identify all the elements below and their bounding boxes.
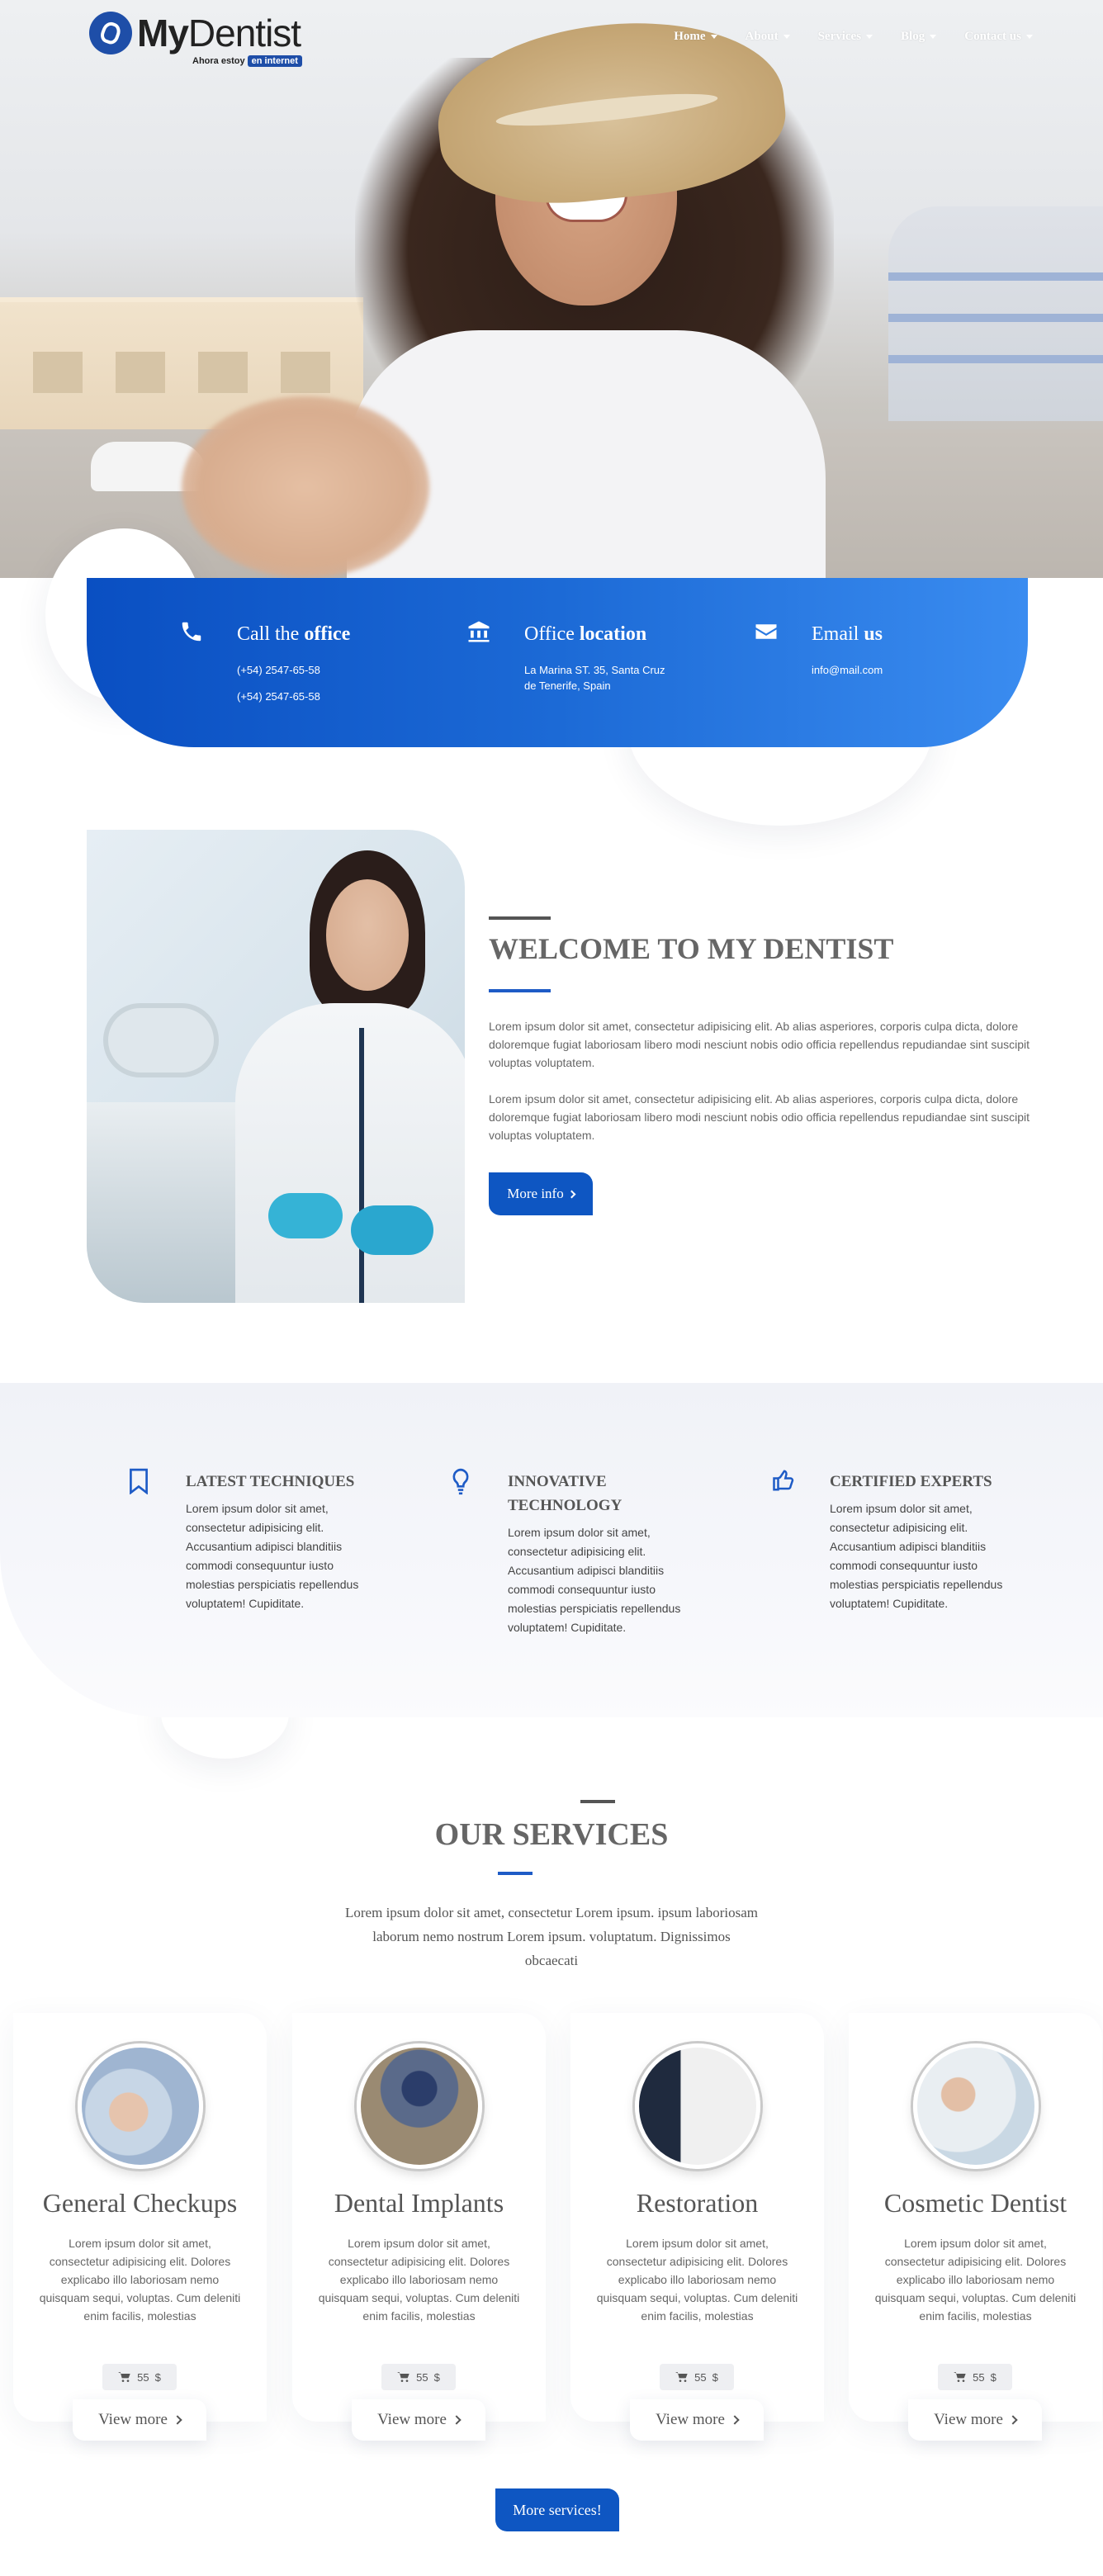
welcome-paragraph-1: Lorem ipsum dolor sit amet, consectetur … xyxy=(489,1020,1030,1069)
service-card-dental-implants: Dental Implants Lorem ipsum dolor sit am… xyxy=(292,2013,546,2441)
service-card-general-checkups: General Checkups Lorem ipsum dolor sit a… xyxy=(13,2013,267,2441)
caret-down-icon xyxy=(783,35,790,39)
feature-title: LATEST TECHNIQUES xyxy=(186,1473,355,1490)
chevron-right-icon xyxy=(567,1190,576,1198)
caret-down-icon xyxy=(710,35,717,39)
view-more-button[interactable]: View more xyxy=(630,2399,764,2441)
cart-icon xyxy=(954,2372,966,2382)
hero-photo-building-right xyxy=(888,206,1103,421)
envelope-icon xyxy=(754,619,782,647)
services-title: OUR SERVICES xyxy=(434,1817,669,1852)
caret-down-icon xyxy=(1026,35,1033,39)
service-description: Lorem ipsum dolor sit amet, consectetur … xyxy=(318,2237,520,2323)
cart-icon xyxy=(675,2372,688,2382)
lightbulb-icon xyxy=(450,1468,476,1498)
features-section: LATEST TECHNIQUES Lorem ipsum dolor sit … xyxy=(0,1383,1103,1717)
chevron-right-icon xyxy=(730,2415,740,2425)
service-price: 55 $ xyxy=(102,2364,177,2390)
nav-item-about[interactable]: About xyxy=(746,30,790,44)
feature-text: Lorem ipsum dolor sit amet, consectetur … xyxy=(508,1526,681,1634)
contact-call-title: Call the office xyxy=(237,623,351,645)
contact-address-2: de Tenerife, Spain xyxy=(524,680,611,692)
phone-icon xyxy=(179,619,207,647)
nav-item-home[interactable]: Home xyxy=(674,30,717,44)
caret-down-icon xyxy=(930,35,937,39)
chevron-right-icon xyxy=(173,2415,182,2425)
nav-item-contact[interactable]: Contact us xyxy=(964,30,1033,44)
divider-line xyxy=(580,1800,615,1803)
bank-icon xyxy=(466,619,495,647)
service-description: Lorem ipsum dolor sit amet, consectetur … xyxy=(874,2237,1077,2323)
welcome-paragraph-2: Lorem ipsum dolor sit amet, consectetur … xyxy=(489,1092,1030,1142)
feature-text: Lorem ipsum dolor sit amet, consectetur … xyxy=(830,1502,1003,1610)
cart-icon xyxy=(397,2372,409,2382)
dentist-photo xyxy=(87,830,465,1303)
hero-banner xyxy=(0,0,1103,578)
service-title: Dental Implants xyxy=(334,2188,504,2218)
logo-wordmark: MyDentist xyxy=(137,12,301,54)
logo-tagline: Ahora estoy en internet xyxy=(192,55,302,67)
bookmark-icon xyxy=(128,1468,154,1498)
site-logo[interactable]: MyDentist Ahora estoy en internet xyxy=(89,10,312,72)
welcome-title: WELCOME TO MY DENTIST xyxy=(489,932,894,965)
divider-line xyxy=(489,916,551,920)
chevron-right-icon xyxy=(1008,2415,1018,2425)
contact-email-title: Email us xyxy=(812,623,883,645)
view-more-button[interactable]: View more xyxy=(73,2399,206,2441)
service-photo xyxy=(913,2043,1039,2169)
feature-text: Lorem ipsum dolor sit amet, consectetur … xyxy=(186,1502,359,1610)
service-description: Lorem ipsum dolor sit amet, consectetur … xyxy=(39,2237,241,2323)
nav-item-blog[interactable]: Blog xyxy=(901,30,937,44)
main-nav: Home About Services Blog Contact us xyxy=(674,30,1033,44)
caret-down-icon xyxy=(866,35,873,39)
thumbs-up-icon xyxy=(772,1468,798,1498)
feature-title: INNOVATIVE TECHNOLOGY xyxy=(508,1473,623,1514)
service-photo xyxy=(78,2043,203,2169)
service-photo xyxy=(635,2043,760,2169)
cart-icon xyxy=(118,2372,130,2382)
service-title: General Checkups xyxy=(42,2188,238,2218)
nav-item-services[interactable]: Services xyxy=(818,30,873,44)
service-title: Restoration xyxy=(636,2188,759,2218)
feature-innovative-technology: INNOVATIVE TECHNOLOGY Lorem ipsum dolor … xyxy=(450,1468,714,1666)
contact-bar: Call the office (+54) 2547-65-58 (+54) 2… xyxy=(87,578,1028,747)
contact-email-address[interactable]: info@mail.com xyxy=(812,662,883,678)
contact-location-title: Office location xyxy=(524,623,647,645)
divider-line-blue xyxy=(498,1872,533,1875)
contact-phone-1[interactable]: (+54) 2547-65-58 xyxy=(237,662,320,678)
feature-title: CERTIFIED EXPERTS xyxy=(830,1473,992,1490)
service-price: 55 $ xyxy=(938,2364,1012,2390)
view-more-button[interactable]: View more xyxy=(908,2399,1042,2441)
service-photo xyxy=(357,2043,482,2169)
feature-latest-techniques: LATEST TECHNIQUES Lorem ipsum dolor sit … xyxy=(128,1468,392,1650)
feature-certified-experts: CERTIFIED EXPERTS Lorem ipsum dolor sit … xyxy=(772,1468,1036,1650)
divider-line-blue xyxy=(489,989,551,992)
contact-address-1: La Marina ST. 35, Santa Cruz xyxy=(524,664,665,676)
more-info-button[interactable]: More info xyxy=(489,1172,593,1215)
service-title: Cosmetic Dentist xyxy=(883,2188,1067,2218)
service-price: 55 $ xyxy=(660,2364,734,2390)
view-more-button[interactable]: View more xyxy=(352,2399,485,2441)
service-card-restoration: Restoration Lorem ipsum dolor sit amet, … xyxy=(570,2013,824,2441)
services-intro: Lorem ipsum dolor sit amet, consectetur … xyxy=(345,1905,758,1968)
tooth-logo-icon xyxy=(89,12,132,54)
service-description: Lorem ipsum dolor sit amet, consectetur … xyxy=(596,2237,798,2323)
more-services-button[interactable]: More services! xyxy=(495,2488,619,2531)
service-card-cosmetic-dentist: Cosmetic Dentist Lorem ipsum dolor sit a… xyxy=(849,2013,1102,2441)
service-price: 55 $ xyxy=(381,2364,456,2390)
chevron-right-icon xyxy=(452,2415,462,2425)
contact-phone-2[interactable]: (+54) 2547-65-58 xyxy=(237,689,320,704)
hero-photo-hand xyxy=(182,396,429,578)
